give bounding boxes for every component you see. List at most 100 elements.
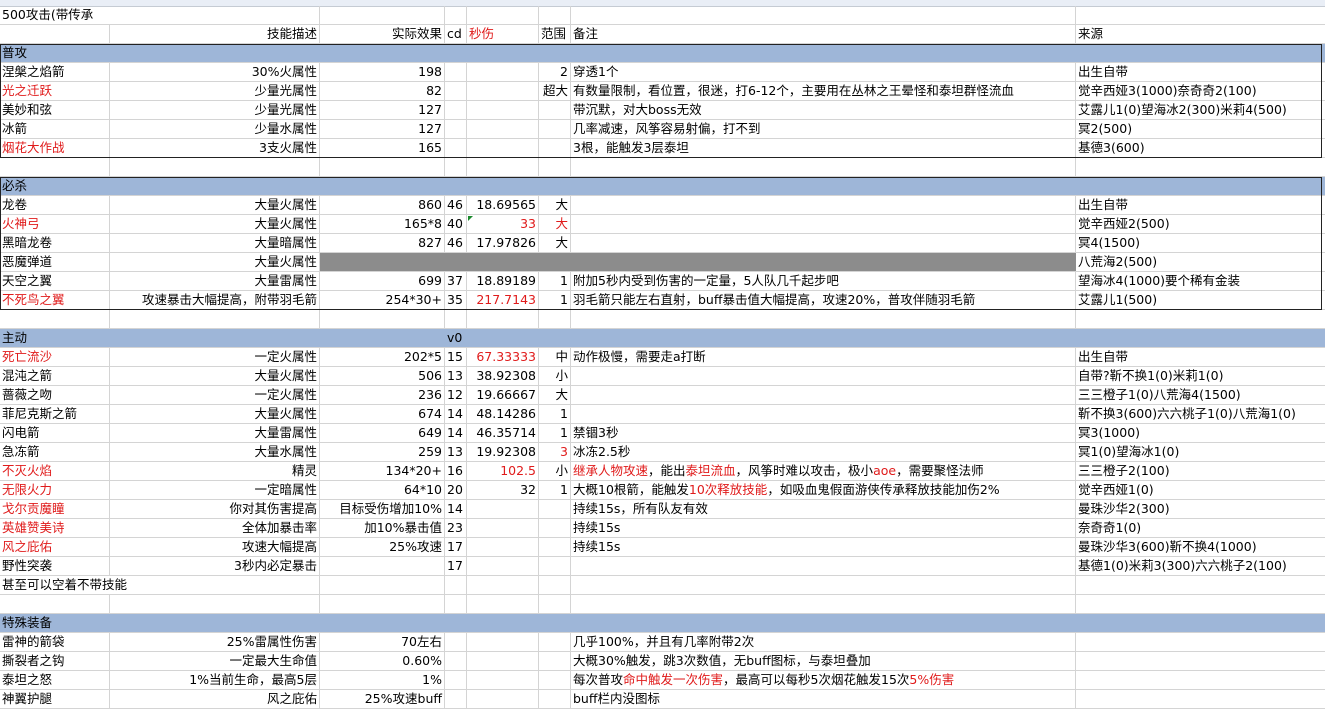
cell-note[interactable]: 每次普攻命中触发一次伤害，最高可以每秒5次烟花触发15次5%伤害 (571, 671, 1076, 689)
cell-effect[interactable]: 134*20+ (320, 462, 445, 480)
cell-range[interactable]: 1 (539, 481, 571, 499)
cell-range[interactable] (539, 101, 571, 119)
cell-effect[interactable]: 实际效果 (320, 25, 445, 43)
cell-range[interactable]: 1 (539, 424, 571, 442)
cell-note[interactable] (571, 576, 1076, 594)
cell-cd[interactable]: 13 (445, 367, 467, 385)
cell-effect[interactable]: 202*5 (320, 348, 445, 366)
cell-source[interactable] (1076, 652, 1325, 670)
cell-cd[interactable]: 20 (445, 481, 467, 499)
cell-desc[interactable]: 大量雷属性 (110, 424, 320, 442)
cell-note[interactable]: 3根，能触发3层泰坦 (571, 139, 1076, 157)
cell-cd[interactable]: 14 (445, 500, 467, 518)
cell-name[interactable]: 蔷薇之吻 (0, 386, 110, 404)
cell-dps[interactable]: 秒伤 (467, 25, 539, 43)
cell-cd[interactable] (445, 633, 467, 651)
cell-dps[interactable]: 38.92308 (467, 367, 539, 385)
cell-range[interactable] (539, 671, 571, 689)
cell-note[interactable] (571, 158, 1076, 176)
cell-name[interactable]: 恶魔弹道 (0, 253, 110, 271)
cell-desc[interactable]: 大量火属性 (110, 253, 320, 271)
cell-range[interactable] (539, 557, 571, 575)
cell-range[interactable] (539, 500, 571, 518)
cell-note[interactable]: 继承人物攻速，能出泰坦流血，风筝时难以攻击，极小aoe，需要聚怪法师 (571, 462, 1076, 480)
cell-cd[interactable]: 16 (445, 462, 467, 480)
cell-desc[interactable]: 少量光属性 (110, 101, 320, 119)
cell-range[interactable]: 大 (539, 215, 571, 233)
cell-note[interactable]: 带沉默，对大boss无效 (571, 101, 1076, 119)
cell-dps[interactable] (467, 158, 539, 176)
cell-name[interactable]: 野性突袭 (0, 557, 110, 575)
cell-range[interactable]: 1 (539, 291, 571, 309)
cell-note[interactable]: 附加5秒内受到伤害的一定量，5人队几千起步吧 (571, 272, 1076, 290)
cell-dps[interactable] (467, 557, 539, 575)
cell-desc[interactable]: 大量火属性 (110, 405, 320, 423)
cell-desc[interactable]: 风之庇佑 (110, 690, 320, 708)
cell-dps[interactable]: 48.14286 (467, 405, 539, 423)
cell-dps[interactable]: 18.69565 (467, 196, 539, 214)
cell-note[interactable]: 持续15s (571, 538, 1076, 556)
cell-range[interactable] (539, 690, 571, 708)
cell-effect[interactable]: 127 (320, 120, 445, 138)
cell-name[interactable]: 甚至可以空着不带技能 (0, 576, 320, 594)
cell-note[interactable] (571, 6, 1076, 24)
cell-cd[interactable]: 14 (445, 424, 467, 442)
cell-effect[interactable] (320, 310, 445, 328)
cell-note[interactable]: 备注 (571, 25, 1076, 43)
cell-effect[interactable]: 70左右 (320, 633, 445, 651)
cell-dps[interactable] (467, 82, 539, 100)
cell-effect[interactable]: 25%攻速 (320, 538, 445, 556)
cell-note[interactable] (571, 196, 1076, 214)
cell-name[interactable]: 美妙和弦 (0, 101, 110, 119)
cell-dps[interactable] (467, 6, 539, 24)
cell-dps[interactable] (467, 595, 539, 613)
cell-range[interactable]: 小 (539, 367, 571, 385)
cell-desc[interactable]: 大量雷属性 (110, 272, 320, 290)
cell-effect[interactable]: 254*30+ (320, 291, 445, 309)
cell-cd[interactable] (445, 595, 467, 613)
cell-source[interactable]: 出生自带 (1076, 196, 1325, 214)
cell-range[interactable]: 2 (539, 63, 571, 81)
cell-note[interactable]: 几乎100%，并且有几率附带2次 (571, 633, 1076, 651)
cell-effect[interactable]: 127 (320, 101, 445, 119)
cell-source[interactable] (1076, 576, 1325, 594)
cell-desc[interactable]: 一定火属性 (110, 348, 320, 366)
cell-name[interactable]: 天空之翼 (0, 272, 110, 290)
cell-cd[interactable] (445, 671, 467, 689)
cell-note[interactable] (571, 215, 1076, 233)
cell-source[interactable] (1076, 6, 1325, 24)
cell-name[interactable] (0, 158, 110, 176)
cell-cd[interactable]: 46 (445, 196, 467, 214)
cell-dps[interactable] (467, 139, 539, 157)
cell-effect[interactable]: 1% (320, 671, 445, 689)
cell-source[interactable] (1076, 595, 1325, 613)
cell-desc[interactable]: 技能描述 (110, 25, 320, 43)
cell-note[interactable] (571, 234, 1076, 252)
cell-note[interactable]: 动作极慢，需要走a打断 (571, 348, 1076, 366)
cell-cd[interactable] (445, 101, 467, 119)
cell-range[interactable] (539, 595, 571, 613)
cell-effect[interactable]: 198 (320, 63, 445, 81)
cell-range[interactable] (539, 652, 571, 670)
cell-source[interactable] (1076, 671, 1325, 689)
cell-effect[interactable]: 165*8 (320, 215, 445, 233)
cell-effect[interactable]: 82 (320, 82, 445, 100)
cell-source[interactable] (1076, 690, 1325, 708)
cell-name[interactable]: 不死鸟之翼 (0, 291, 110, 309)
cell-range[interactable] (539, 576, 571, 594)
cell-effect[interactable]: 64*10 (320, 481, 445, 499)
cell-dps[interactable]: 19.92308 (467, 443, 539, 461)
cell-name[interactable]: 急冻箭 (0, 443, 110, 461)
cell-range[interactable] (539, 158, 571, 176)
cell-source[interactable]: 觉辛西娅3(1000)奈奇奇2(100) (1076, 82, 1325, 100)
cell-name[interactable]: 风之庇佑 (0, 538, 110, 556)
cell-desc[interactable]: 3秒内必定暴击 (110, 557, 320, 575)
cell-dps[interactable] (467, 63, 539, 81)
cell-name[interactable] (0, 25, 110, 43)
cell-effect[interactable] (320, 595, 445, 613)
cell-effect[interactable]: 25%攻速buff (320, 690, 445, 708)
cell-effect[interactable] (320, 6, 445, 24)
cell-desc[interactable]: 一定火属性 (110, 386, 320, 404)
cell-name[interactable]: 火神弓 (0, 215, 110, 233)
cell-cd[interactable]: 35 (445, 291, 467, 309)
